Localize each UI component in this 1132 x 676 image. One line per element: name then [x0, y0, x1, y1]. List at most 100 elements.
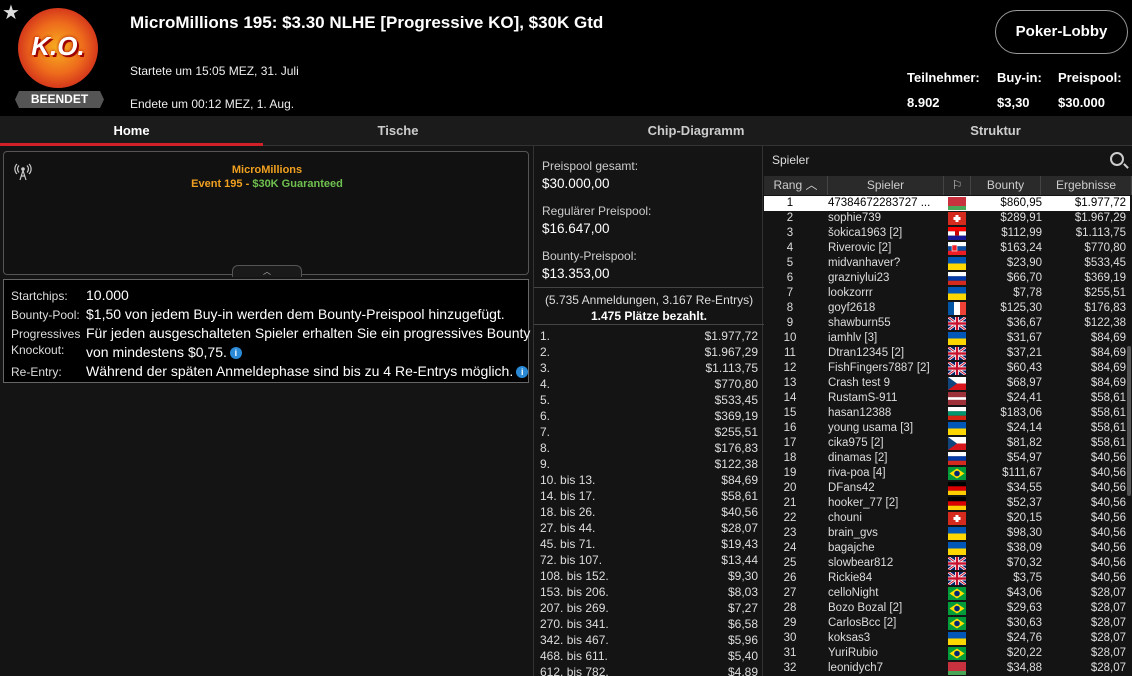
- table-row[interactable]: 9 shawburn55 $36,67 $122,38: [764, 316, 1130, 331]
- player-rank: 32: [783, 662, 797, 674]
- payout-amount: $1.967,29: [704, 345, 758, 359]
- search-icon[interactable]: [1110, 152, 1124, 166]
- table-row[interactable]: 6 grazniylui23 $66,70 $369,19: [764, 271, 1130, 286]
- payout-list[interactable]: 1. $1.977,72 2. $1.967,29 3. $1.113,75 4. $770,…: [534, 328, 764, 676]
- table-row[interactable]: 22 chouni $20,15 $40,56: [764, 511, 1130, 526]
- table-row[interactable]: 30 koksas3 $24,76 $28,07: [764, 631, 1130, 646]
- payout-amount: $533,45: [714, 393, 758, 407]
- payout-amount: $770,80: [714, 377, 758, 391]
- country-flag-icon: [948, 272, 966, 285]
- country-flag-icon: [948, 602, 966, 615]
- column-header-player[interactable]: Spieler: [828, 176, 944, 195]
- table-row[interactable]: 8 goyf2618 $125,30 $176,83: [764, 301, 1130, 316]
- prizepool-total-value: $30.000,00: [542, 176, 610, 191]
- player-bounty: $70,32: [1006, 557, 1042, 569]
- table-row[interactable]: 7 lookzorrr $7,78 $255,51: [764, 286, 1130, 301]
- column-header-bounty[interactable]: Bounty: [971, 176, 1041, 195]
- column-header-rank[interactable]: Rang ︿: [764, 176, 828, 195]
- player-bounty: $52,37: [1006, 497, 1042, 509]
- country-flag-icon: [948, 407, 966, 420]
- tab-chip-chart[interactable]: Chip-Diagramm: [533, 116, 859, 146]
- tournament-title: MicroMillions 195: $3.30 NLHE [Progressi…: [130, 13, 604, 32]
- player-bounty: $24,41: [1006, 392, 1042, 404]
- table-row[interactable]: 21 hooker_77 [2] $52,37 $40,56: [764, 496, 1130, 511]
- table-row[interactable]: 25 slowbear812 $70,32 $40,56: [764, 556, 1130, 571]
- scrollbar[interactable]: [1127, 346, 1131, 496]
- payout-place: 27. bis 44.: [540, 521, 596, 535]
- table-row[interactable]: 12 FishFingers7887 [2] $60,43 $84,69: [764, 361, 1130, 376]
- tab-structure[interactable]: Struktur: [859, 116, 1132, 146]
- table-row[interactable]: 5 midvanhaver? $23,90 $533,45: [764, 256, 1130, 271]
- column-header-results[interactable]: Ergebnisse: [1041, 176, 1132, 195]
- country-flag-icon: [948, 542, 966, 555]
- player-bounty: $7,78: [1013, 287, 1042, 299]
- player-name: dinamas [2]: [828, 452, 888, 464]
- country-flag-icon: [948, 482, 966, 495]
- player-search[interactable]: Spieler: [764, 148, 1132, 174]
- payout-amount: $4,89: [727, 665, 758, 676]
- table-row[interactable]: 29 CarlosBcc [2] $30,63 $28,07: [764, 616, 1130, 631]
- table-row[interactable]: 20 DFans42 $34,55 $40,56: [764, 481, 1130, 496]
- table-row[interactable]: 1 47384672283727 ... $860,95 $1.977,72: [764, 196, 1130, 211]
- player-rank: 13: [783, 377, 797, 389]
- table-row[interactable]: 32 leonidych7 $34,88 $28,07: [764, 661, 1130, 676]
- table-row[interactable]: 14 RustamS-911 $24,41 $58,61: [764, 391, 1130, 406]
- payout-amount: $58,61: [721, 489, 758, 503]
- table-row[interactable]: 11 Dtran12345 [2] $37,21 $84,69: [764, 346, 1130, 361]
- player-bounty: $20,22: [1006, 647, 1042, 659]
- table-row[interactable]: 26 Rickie84 $3,75 $40,56: [764, 571, 1130, 586]
- table-row[interactable]: 27 celloNight $43,06 $28,07: [764, 586, 1130, 601]
- table-row[interactable]: 2 sophie739 $289,91 $1.967,29: [764, 211, 1130, 226]
- table-row[interactable]: 10 iamhlv [3] $31,67 $84,69: [764, 331, 1130, 346]
- table-row[interactable]: 3 šokica1963 [2] $112,99 $1.113,75: [764, 226, 1130, 241]
- detail-value: $1,50 von jedem Buy-in werden dem Bounty…: [86, 306, 505, 322]
- table-row[interactable]: 23 brain_gvs $98,30 $40,56: [764, 526, 1130, 541]
- player-table[interactable]: 1 47384672283727 ... $860,95 $1.977,72 2 soph…: [764, 196, 1132, 676]
- table-row[interactable]: 28 Bozo Bozal [2] $29,63 $28,07: [764, 601, 1130, 616]
- player-bounty: $163,24: [1000, 242, 1042, 254]
- tab-home[interactable]: Home: [0, 116, 263, 146]
- payout-place: 342. bis 467.: [540, 633, 609, 647]
- player-bounty: $24,76: [1006, 632, 1042, 644]
- table-row[interactable]: 17 cika975 [2] $81,82 $58,61: [764, 436, 1130, 451]
- prizepool-bounty-label: Bounty-Preispool:: [542, 249, 637, 263]
- table-row[interactable]: 19 riva-poa [4] $111,67 $40,56: [764, 466, 1130, 481]
- table-row[interactable]: 18 dinamas [2] $54,97 $40,56: [764, 451, 1130, 466]
- payout-amount: $1.113,75: [705, 361, 759, 375]
- payout-row: 18. bis 26. $40,56: [534, 504, 764, 520]
- country-flag-icon: [948, 257, 966, 270]
- search-input[interactable]: Spieler: [772, 153, 809, 167]
- player-result: $40,56: [1090, 512, 1126, 524]
- table-row[interactable]: 15 hasan12388 $183,06 $58,61: [764, 406, 1130, 421]
- detail-label: Bounty-Pool:: [11, 308, 80, 322]
- poker-lobby-button[interactable]: Poker-Lobby: [995, 10, 1128, 54]
- buyin-value: $3,30: [997, 95, 1030, 110]
- player-rank: 12: [783, 362, 797, 374]
- info-icon[interactable]: i: [516, 366, 529, 378]
- player-result: $28,07: [1090, 632, 1126, 644]
- payout-row: 207. bis 269. $7,27: [534, 600, 764, 616]
- country-flag-icon: [948, 467, 966, 480]
- table-row[interactable]: 31 YuriRubio $20,22 $28,07: [764, 646, 1130, 661]
- country-flag-icon: [948, 647, 966, 660]
- tab-tables[interactable]: Tische: [263, 116, 533, 146]
- column-header-country[interactable]: ⚐: [944, 176, 971, 195]
- player-rank: 2: [786, 212, 794, 224]
- info-icon[interactable]: i: [229, 347, 242, 359]
- table-row[interactable]: 13 Crash test 9 $68,97 $84,69: [764, 376, 1130, 391]
- favorite-star-icon[interactable]: ★: [2, 3, 20, 23]
- player-name: Rickie84: [828, 572, 873, 584]
- collapse-toggle[interactable]: ︿: [232, 265, 302, 277]
- player-result: $28,07: [1090, 647, 1126, 659]
- table-row[interactable]: 4 Riverovic [2] $163,24 $770,80: [764, 241, 1130, 256]
- player-rank: 10: [783, 332, 797, 344]
- payout-row: 3. $1.113,75: [534, 360, 764, 376]
- table-row[interactable]: 24 bagajche $38,09 $40,56: [764, 541, 1130, 556]
- payout-amount: $5,40: [727, 649, 758, 663]
- prizepool-panel: Preispool gesamt: $30.000,00 Regulärer P…: [533, 146, 764, 676]
- player-bounty: $38,09: [1006, 542, 1042, 554]
- table-row[interactable]: 16 young usama [3] $24,14 $58,61: [764, 421, 1130, 436]
- player-result: $58,61: [1090, 392, 1126, 404]
- series-name: MicroMillions: [231, 164, 303, 176]
- player-result: $84,69: [1090, 377, 1126, 389]
